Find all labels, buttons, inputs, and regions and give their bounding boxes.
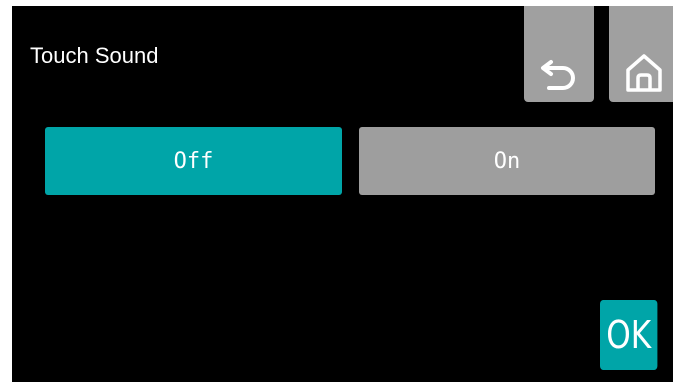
home-icon (626, 54, 662, 92)
ok-button-label: OK (606, 313, 652, 357)
undo-arrow-icon (541, 60, 575, 90)
touch-sound-screen: Touch Sound Off On OK (12, 6, 673, 382)
page-title: Touch Sound (30, 43, 159, 68)
ok-button[interactable]: OK (600, 300, 658, 370)
off-option-button[interactable]: Off (45, 127, 342, 195)
home-button[interactable] (609, 6, 673, 102)
back-button[interactable] (524, 6, 594, 102)
on-option-button[interactable]: On (359, 127, 655, 195)
